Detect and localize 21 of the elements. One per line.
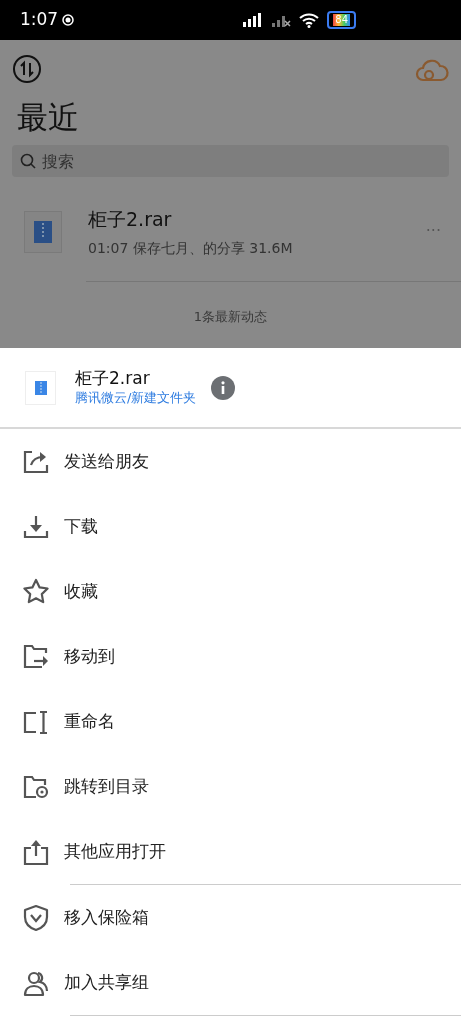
star-icon [22, 577, 50, 606]
signal-icon [241, 13, 264, 27]
folder-path[interactable]: 腾讯微云/新建文件夹 [75, 387, 197, 408]
file-name: 柜子2.rar [75, 367, 151, 388]
file-row[interactable]: 柜子2.rar 01:07 保存七月、的分享 31.6M ··· [0, 177, 461, 259]
clock-time: 1:07 [20, 8, 59, 32]
search-field[interactable]: 搜索 [12, 145, 449, 177]
archive-icon [34, 220, 52, 243]
archive-icon [34, 380, 47, 395]
shield-icon [22, 903, 50, 932]
sort-icon[interactable] [12, 54, 42, 84]
move-folder-icon [22, 642, 50, 671]
no-signal-icon [271, 13, 292, 27]
wifi-icon [299, 12, 320, 28]
page-title: 最近 [16, 102, 80, 133]
search-icon [20, 153, 36, 169]
update-note: 1条最新动态 [192, 307, 269, 326]
file-details: 01:07 保存七月、的分享 31.6M [88, 238, 294, 258]
info-icon[interactable] [211, 375, 236, 400]
record-icon [62, 14, 75, 26]
file-name: 柜子2.rar [88, 207, 173, 232]
